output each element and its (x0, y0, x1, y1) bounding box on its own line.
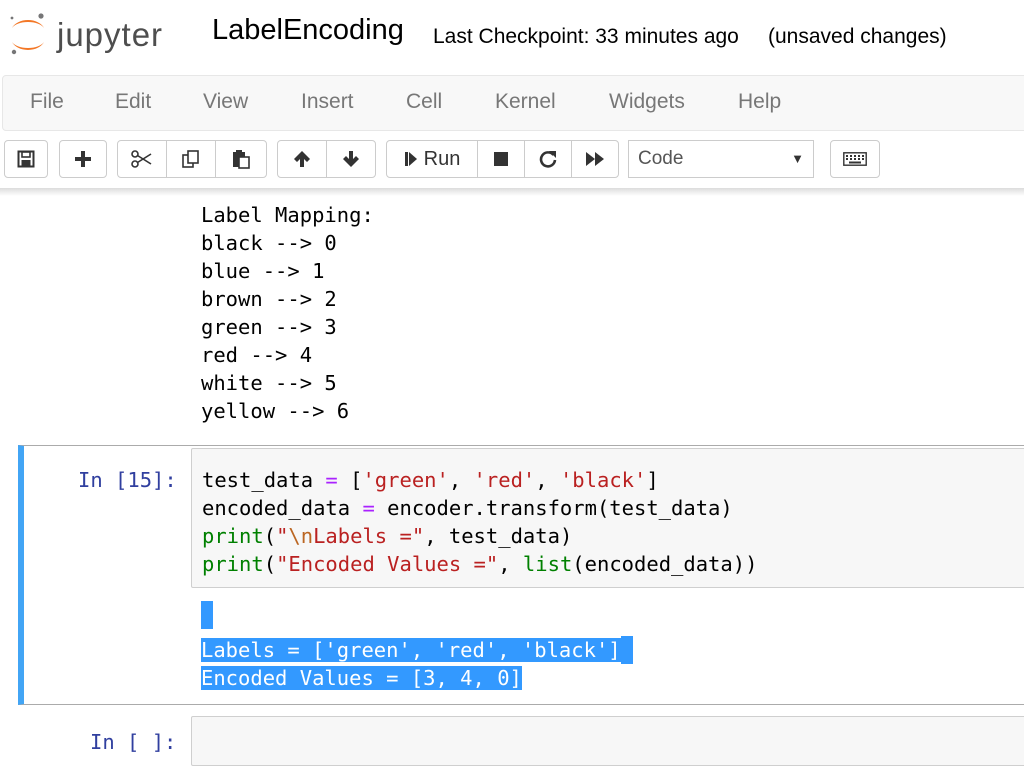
save-button[interactable] (4, 140, 48, 178)
restart-run-all-button[interactable] (571, 140, 619, 178)
previous-cell-output[interactable]: Label Mapping: black --> 0 blue --> 1 brown… (201, 201, 374, 425)
menu-cell[interactable]: Cell (406, 90, 442, 114)
save-status: (unsaved changes) (768, 25, 947, 48)
code-line: print("\nLabels =", test_data) (202, 524, 573, 548)
jupyter-logo-text: jupyter (57, 16, 164, 53)
empty-code-input[interactable] (191, 716, 1024, 766)
output-line: black --> 0 (201, 231, 337, 255)
restart-button[interactable] (524, 140, 572, 178)
output-line: red --> 4 (201, 343, 313, 367)
run-button-label: Run (423, 147, 461, 170)
menu-edit[interactable]: Edit (115, 90, 151, 114)
notebook-title[interactable]: LabelEncoding (212, 14, 404, 47)
keyboard-icon (843, 152, 867, 166)
selected-blank-line (201, 601, 633, 636)
cell-type-value: Code (638, 148, 684, 169)
chevron-down-icon: ▼ (791, 151, 804, 166)
code-line: test_data = ['green', 'red', 'black'] (202, 468, 659, 492)
output-line: Label Mapping: (201, 203, 374, 227)
menu-view[interactable]: View (203, 90, 248, 114)
menu-kernel[interactable]: Kernel (495, 90, 556, 114)
output-line: Labels = ['green', 'red', 'black'] (201, 636, 633, 664)
menu-help[interactable]: Help (738, 90, 781, 114)
output-line: brown --> 2 (201, 287, 337, 311)
save-icon (17, 150, 35, 168)
run-button[interactable]: Run (386, 140, 478, 178)
notebook-header: jupyter LabelEncoding Last Checkpoint: 3… (0, 0, 1024, 188)
output-line: yellow --> 6 (201, 399, 350, 423)
restart-icon (539, 151, 557, 168)
arrow-down-icon (343, 151, 359, 167)
output-line: green --> 3 (201, 315, 337, 339)
jupyter-logo-icon (10, 13, 44, 55)
output-line: white --> 5 (201, 371, 337, 395)
empty-cell-prompt: In [ ]: (90, 730, 177, 754)
header-shadow (0, 188, 1024, 196)
step-forward-icon (404, 152, 417, 166)
fast-forward-icon (586, 152, 604, 166)
copy-icon (182, 150, 199, 168)
move-up-button[interactable] (277, 140, 327, 178)
move-down-button[interactable] (326, 140, 376, 178)
arrow-up-icon (294, 151, 310, 167)
code-editor[interactable]: test_data = ['green', 'red', 'black'] enc… (202, 466, 757, 578)
toolbar: Run Code ▼ (0, 136, 1024, 184)
cut-button[interactable] (117, 140, 167, 178)
cell-output[interactable]: Labels = ['green', 'red', 'black'] Encode… (201, 601, 633, 692)
menu-insert[interactable]: Insert (301, 90, 354, 114)
menubar: File Edit View Insert Cell Kernel Widget… (2, 75, 1024, 131)
menu-widgets[interactable]: Widgets (609, 90, 685, 114)
plus-icon (75, 151, 91, 167)
interrupt-button[interactable] (477, 140, 525, 178)
scissors-icon (131, 150, 152, 168)
output-line: Encoded Values = [3, 4, 0] (201, 666, 522, 690)
checkpoint-status: Last Checkpoint: 33 minutes ago (433, 25, 739, 48)
cell-type-select[interactable]: Code ▼ (628, 140, 814, 178)
menu-file[interactable]: File (30, 90, 64, 114)
paste-icon (233, 150, 250, 169)
code-line: print("Encoded Values =", list(encoded_d… (202, 552, 758, 576)
stop-icon (494, 152, 508, 166)
insert-cell-button[interactable] (59, 140, 107, 178)
notebook-container: Label Mapping: black --> 0 blue --> 1 brown… (0, 188, 1024, 776)
jupyter-logo[interactable]: jupyter (8, 10, 208, 62)
copy-button[interactable] (166, 140, 216, 178)
code-line: encoded_data = encoder.transform(test_da… (202, 496, 733, 520)
cell-prompt: In [15]: (78, 468, 177, 492)
output-line: blue --> 1 (201, 259, 325, 283)
paste-button[interactable] (215, 140, 267, 178)
command-palette-button[interactable] (830, 140, 880, 178)
